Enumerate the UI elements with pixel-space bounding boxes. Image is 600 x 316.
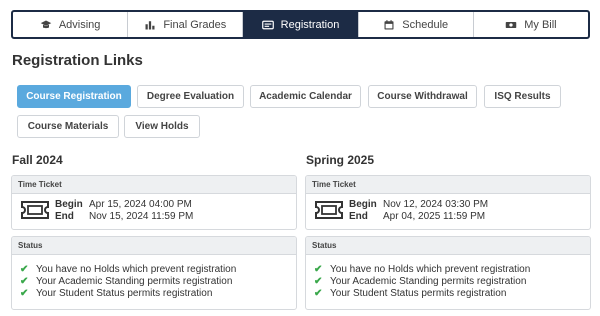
course-registration-button[interactable]: Course Registration <box>17 85 131 108</box>
tab-label: Registration <box>280 18 340 31</box>
status-panel-fall: Status ✔ You have no Holds which prevent … <box>11 236 297 310</box>
status-item: ✔ Your Academic Standing permits registra… <box>314 275 590 287</box>
status-header: Status <box>12 237 296 255</box>
id-card-icon <box>261 20 274 29</box>
degree-evaluation-button[interactable]: Degree Evaluation <box>137 85 244 108</box>
begin-value: Nov 12, 2024 03:30 PM <box>383 199 489 210</box>
begin-label: Begin <box>349 199 377 210</box>
status-item: ✔ Your Academic Standing permits registra… <box>20 275 296 287</box>
status-header: Status <box>306 237 590 255</box>
tab-label: My Bill <box>524 18 557 31</box>
status-item: ✔ Your Student Status permits registratio… <box>314 287 590 299</box>
course-materials-button[interactable]: Course Materials <box>17 115 119 138</box>
end-value: Nov 15, 2024 11:59 PM <box>89 211 194 222</box>
time-ticket-panel-fall: Time Ticket Begin Apr 15, 2024 04:00 PM … <box>11 175 297 230</box>
time-ticket-header: Time Ticket <box>12 176 296 194</box>
page-title: Registration Links <box>12 52 143 69</box>
isq-results-button[interactable]: ISQ Results <box>484 85 561 108</box>
status-item: ✔ You have no Holds which prevent registr… <box>20 263 296 275</box>
tab-label: Advising <box>58 18 101 31</box>
ticket-icon <box>21 201 49 219</box>
check-icon: ✔ <box>20 287 29 299</box>
end-value: Apr 04, 2025 11:59 PM <box>383 211 486 222</box>
time-ticket-header: Time Ticket <box>306 176 590 194</box>
status-text: Your Student Status permits registration <box>36 287 213 299</box>
status-text: You have no Holds which prevent registra… <box>330 263 531 275</box>
bar-chart-icon <box>145 20 155 29</box>
view-holds-button[interactable]: View Holds <box>124 115 200 138</box>
end-label: End <box>349 211 368 222</box>
tab-label: Schedule <box>402 18 449 31</box>
time-ticket-panel-spring: Time Ticket Begin Nov 12, 2024 03:30 PM … <box>305 175 591 230</box>
status-text: You have no Holds which prevent registra… <box>36 263 237 275</box>
status-text: Your Academic Standing permits registrat… <box>36 275 233 287</box>
begin-label: Begin <box>55 199 83 210</box>
check-icon: ✔ <box>314 287 323 299</box>
check-icon: ✔ <box>20 275 29 287</box>
begin-value: Apr 15, 2024 04:00 PM <box>89 199 192 210</box>
ticket-icon <box>315 201 343 219</box>
check-icon: ✔ <box>314 275 323 287</box>
check-icon: ✔ <box>20 263 29 275</box>
tab-final-grades[interactable]: Final Grades <box>128 12 244 37</box>
tab-registration[interactable]: Registration <box>243 12 359 37</box>
status-text: Your Academic Standing permits registrat… <box>330 275 527 287</box>
tab-schedule[interactable]: Schedule <box>359 12 474 37</box>
tab-my-bill[interactable]: My Bill <box>474 12 588 37</box>
status-text: Your Student Status permits registration <box>330 287 507 299</box>
graduation-cap-icon <box>40 20 52 28</box>
calendar-icon <box>384 19 394 29</box>
status-item: ✔ You have no Holds which prevent registr… <box>314 263 590 275</box>
check-icon: ✔ <box>314 263 323 275</box>
money-bill-icon <box>505 21 517 28</box>
top-nav-tabs: Advising Final Grades Registration Sched… <box>11 10 590 39</box>
tab-advising[interactable]: Advising <box>13 12 129 37</box>
end-label: End <box>55 211 74 222</box>
course-withdrawal-button[interactable]: Course Withdrawal <box>368 85 477 108</box>
tab-label: Final Grades <box>163 18 227 31</box>
status-item: ✔ Your Student Status permits registratio… <box>20 287 296 299</box>
academic-calendar-button[interactable]: Academic Calendar <box>250 85 361 108</box>
term-title-fall-2024: Fall 2024 <box>12 153 63 167</box>
status-panel-spring: Status ✔ You have no Holds which prevent … <box>305 236 591 310</box>
term-title-spring-2025: Spring 2025 <box>306 153 375 167</box>
